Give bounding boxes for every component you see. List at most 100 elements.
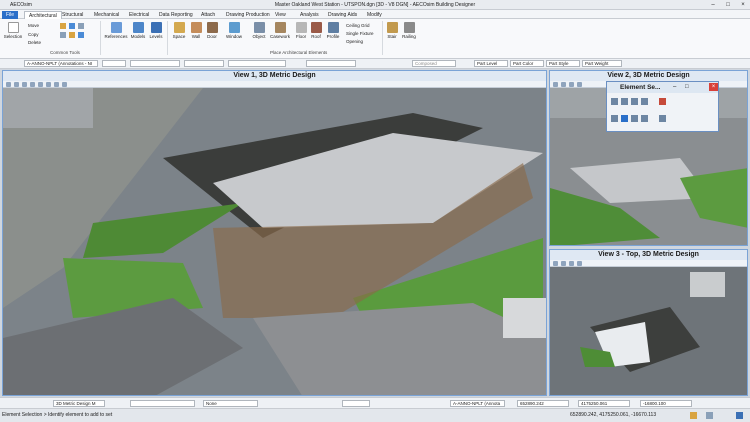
accudraw-select[interactable]: [130, 400, 195, 407]
models-button[interactable]: Models: [129, 22, 147, 39]
rotate-view-icon[interactable]: [38, 82, 43, 87]
tab-data-reporting[interactable]: Data Reporting: [155, 11, 197, 19]
new-mode-icon[interactable]: [611, 115, 618, 122]
weight-select[interactable]: [184, 60, 224, 67]
profile-button[interactable]: Profile: [323, 22, 343, 39]
view-previous-icon[interactable]: [54, 82, 59, 87]
part-style-select[interactable]: Part Style: [546, 60, 580, 67]
tab-architectural[interactable]: Architectural: [24, 11, 62, 19]
lock-icon[interactable]: [690, 412, 697, 419]
none-select[interactable]: None: [203, 400, 258, 407]
space-button[interactable]: Space: [170, 22, 188, 39]
zoom-in-icon[interactable]: [561, 261, 566, 266]
single-fixture-button[interactable]: Single Fixture: [346, 31, 374, 36]
stair-button[interactable]: Stair: [385, 22, 399, 39]
view-attributes-icon[interactable]: [553, 82, 558, 87]
tab-structural[interactable]: Structural: [58, 11, 87, 19]
pan-view-icon[interactable]: [46, 82, 51, 87]
move-button[interactable]: Move: [28, 23, 39, 28]
x-coordinate[interactable]: 652890.242: [517, 400, 569, 407]
view-attributes-icon[interactable]: [553, 261, 558, 266]
maximize-icon[interactable]: □: [685, 84, 691, 90]
roof-button[interactable]: Roof: [309, 22, 323, 39]
references-button[interactable]: References: [103, 22, 129, 39]
selection-button[interactable]: Selection: [3, 22, 23, 39]
tab-view[interactable]: View: [271, 11, 290, 19]
style-select[interactable]: [130, 60, 180, 67]
template-select[interactable]: [228, 60, 286, 67]
tab-drawing-aids[interactable]: Drawing Aids: [324, 11, 361, 19]
minimize-icon[interactable]: –: [706, 1, 720, 9]
tab-electrical[interactable]: Electrical: [125, 11, 153, 19]
view-next-icon[interactable]: [62, 82, 67, 87]
casework-button[interactable]: Casework: [268, 22, 292, 39]
lock-select[interactable]: [342, 400, 370, 407]
tab-file[interactable]: File: [2, 11, 19, 19]
z-coordinate[interactable]: -16800.100: [640, 400, 692, 407]
view-2-title: View 2, 3D Metric Design: [550, 71, 747, 81]
door-button[interactable]: Door: [204, 22, 220, 39]
y-coordinate[interactable]: 4175250.061: [578, 400, 630, 407]
levels-button[interactable]: Levels: [147, 22, 165, 39]
line-select-icon[interactable]: [641, 98, 648, 105]
minimize-icon[interactable]: –: [673, 84, 679, 90]
model-select[interactable]: 3D Metric Design M: [53, 400, 105, 407]
level-select[interactable]: A-ANNO-NPLT (Annotations - NI: [24, 60, 98, 67]
object-button[interactable]: Object: [250, 22, 268, 39]
stair-label: Stair: [387, 34, 397, 39]
wall-button[interactable]: Wall: [188, 22, 204, 39]
part-weight-select[interactable]: Part Weight: [582, 60, 622, 67]
fit-view-icon[interactable]: [577, 261, 582, 266]
shape-select-icon[interactable]: [631, 98, 638, 105]
zoom-out-icon[interactable]: [569, 261, 574, 266]
ceiling-grid-button[interactable]: Ceiling Grid: [346, 23, 370, 28]
active-level-select[interactable]: A-ANNO-NPLT (Annota: [450, 400, 505, 407]
select-all-icon[interactable]: [659, 115, 666, 122]
view-3[interactable]: View 3 - Top, 3D Metric Design: [549, 249, 748, 396]
mirror-icon[interactable]: [78, 23, 84, 29]
view-1-scene: [3, 88, 546, 395]
opening-button[interactable]: Opening: [346, 39, 363, 44]
tab-attach[interactable]: Attach: [197, 11, 219, 19]
fit-view-icon[interactable]: [30, 82, 35, 87]
fit-view-icon[interactable]: [577, 82, 582, 87]
tab-mechanical[interactable]: Mechanical: [90, 11, 123, 19]
zoom-in-icon[interactable]: [14, 82, 19, 87]
tab-modify[interactable]: Modify: [363, 11, 386, 19]
clear-selection-icon[interactable]: [659, 98, 666, 105]
transparency-select[interactable]: [306, 60, 356, 67]
trim-icon[interactable]: [69, 32, 75, 38]
view-attributes-icon[interactable]: [6, 82, 11, 87]
close-icon[interactable]: ×: [736, 1, 750, 9]
roof-icon: [310, 22, 322, 33]
array-icon[interactable]: [60, 32, 66, 38]
zoom-in-icon[interactable]: [561, 82, 566, 87]
composed-select[interactable]: Composed: [412, 60, 456, 67]
scale-icon[interactable]: [69, 23, 75, 29]
copy-button[interactable]: Copy: [28, 32, 39, 37]
tab-drawing-production[interactable]: Drawing Production: [222, 11, 274, 19]
subtract-mode-icon[interactable]: [631, 115, 638, 122]
invert-mode-icon[interactable]: [641, 115, 648, 122]
common-tool-icons: [60, 23, 100, 49]
block-select-icon[interactable]: [621, 98, 628, 105]
rotate-icon[interactable]: [60, 23, 66, 29]
color-select[interactable]: [102, 60, 126, 67]
extend-icon[interactable]: [78, 32, 84, 38]
view-1[interactable]: View 1, 3D Metric Design: [2, 70, 547, 396]
zoom-out-icon[interactable]: [569, 82, 574, 87]
message-center-icon[interactable]: [706, 412, 713, 419]
window-button[interactable]: Window: [222, 22, 246, 39]
close-icon[interactable]: ×: [709, 83, 718, 91]
add-mode-icon[interactable]: [621, 115, 628, 122]
zoom-out-icon[interactable]: [22, 82, 27, 87]
delete-button[interactable]: Delete: [28, 40, 41, 45]
railing-button[interactable]: Railing: [399, 22, 419, 39]
help-icon[interactable]: [736, 412, 743, 419]
tab-analysis[interactable]: Analysis: [296, 11, 323, 19]
part-level-select[interactable]: Part Level: [474, 60, 508, 67]
floor-button[interactable]: Floor: [293, 22, 309, 39]
individual-select-icon[interactable]: [611, 98, 618, 105]
part-color-select[interactable]: Part Color: [510, 60, 544, 67]
maximize-icon[interactable]: □: [721, 1, 735, 9]
